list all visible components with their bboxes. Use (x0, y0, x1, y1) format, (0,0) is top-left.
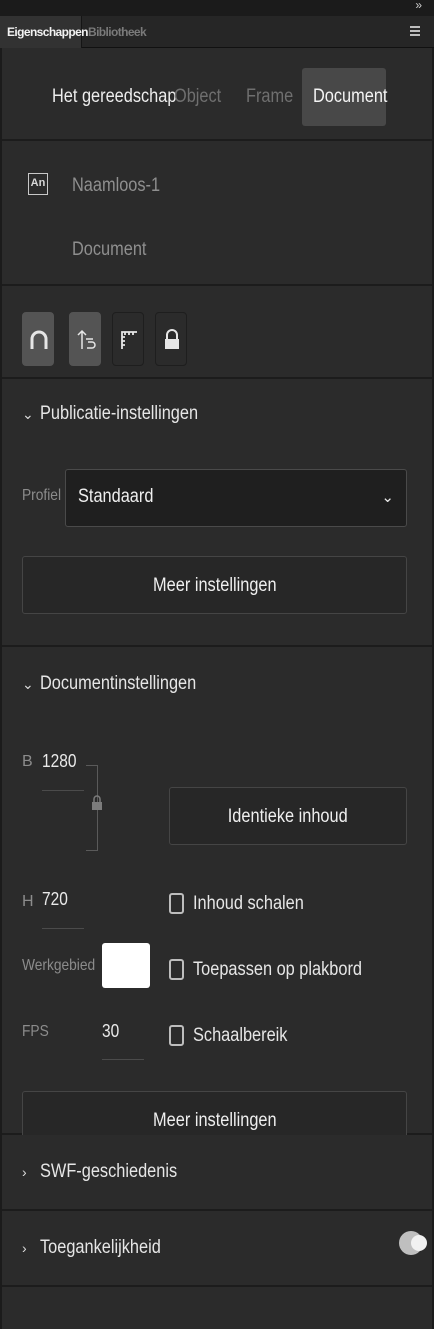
match-contents-button[interactable]: Identieke inhoud (169, 787, 407, 845)
constrain-lock-icon[interactable] (91, 795, 103, 811)
height-underline (42, 928, 84, 929)
mode-tabs: Het gereedschap Object Frame Document (2, 48, 432, 141)
tab-frame[interactable]: Frame (246, 68, 301, 126)
chevron-right-icon: › (22, 1240, 27, 1256)
fps-underline (102, 1059, 144, 1060)
width-label: B (22, 753, 33, 770)
document-settings-header[interactable]: ⌄ Documentinstellingen (22, 673, 222, 695)
profile-dropdown[interactable]: Standaard ⌄ (65, 469, 407, 527)
tool-icon-row (2, 286, 432, 379)
collapse-panel-icon[interactable]: » (415, 0, 422, 12)
scale-content-checkbox[interactable] (169, 893, 184, 914)
width-field[interactable]: 1280 (42, 751, 82, 772)
hamburger-menu-icon[interactable] (410, 26, 420, 36)
apply-pasteboard-checkbox[interactable] (169, 959, 184, 980)
fps-field[interactable]: 30 (102, 1021, 122, 1042)
panel-tab-bar: Eigenschappen Bibliotheek (0, 16, 434, 48)
publish-more-settings-button[interactable]: Meer instellingen (22, 556, 407, 614)
tab-document[interactable]: Document (302, 68, 387, 126)
tab-properties[interactable]: Eigenschappen (0, 16, 88, 48)
publish-settings-header[interactable]: ⌄ Publicatie-instellingen (22, 403, 224, 425)
ruler-icon[interactable] (112, 312, 144, 366)
accessibility-header[interactable]: › Toegankelijkheid (22, 1237, 181, 1259)
animate-logo-icon: An (28, 173, 48, 195)
scale-range-checkbox[interactable] (169, 1025, 184, 1046)
chevron-down-icon: ⌄ (22, 406, 34, 422)
swap-edit-icon[interactable] (69, 312, 101, 366)
tab-object[interactable]: Object (174, 68, 229, 126)
chevron-right-icon: › (22, 1164, 27, 1180)
scale-content-label: Inhoud schalen (193, 893, 304, 914)
panel-top-strip: » (0, 0, 434, 16)
fps-label: FPS (22, 1023, 49, 1040)
publish-settings-section: ⌄ Publicatie-instellingen Profiel Standaa… (2, 379, 432, 647)
properties-panel: Het gereedschap Object Frame Document An… (0, 48, 434, 1329)
chevron-down-icon: ⌄ (22, 676, 34, 692)
width-underline (42, 790, 84, 791)
tab-library[interactable]: Bibliotheek (88, 16, 147, 48)
accessibility-section[interactable]: › Toegankelijkheid (2, 1211, 432, 1287)
profile-label: Profiel (22, 487, 62, 504)
chevron-down-icon: ⌄ (381, 489, 394, 506)
swf-history-header[interactable]: › SWF-geschiedenis (22, 1161, 199, 1183)
document-type: Document (72, 239, 147, 260)
accessibility-toggle[interactable] (399, 1231, 427, 1255)
scale-range-label: Schaalbereik (193, 1025, 288, 1046)
lock-icon[interactable] (155, 312, 187, 366)
swf-history-section[interactable]: › SWF-geschiedenis (2, 1135, 432, 1211)
panel-footer-space (2, 1287, 432, 1329)
document-settings-section: ⌄ Documentinstellingen B 1280 H 720 Ident… (2, 647, 432, 1149)
magnet-snap-icon[interactable] (22, 312, 54, 366)
document-name: Naamloos-1 (72, 175, 161, 196)
document-info: An Naamloos-1 Document (2, 141, 432, 286)
height-label: H (22, 893, 34, 910)
stage-color-swatch[interactable] (102, 943, 150, 988)
height-field[interactable]: 720 (42, 889, 72, 910)
apply-pasteboard-label: Toepassen op plakbord (193, 959, 362, 980)
stage-label: Werkgebied (22, 957, 96, 974)
